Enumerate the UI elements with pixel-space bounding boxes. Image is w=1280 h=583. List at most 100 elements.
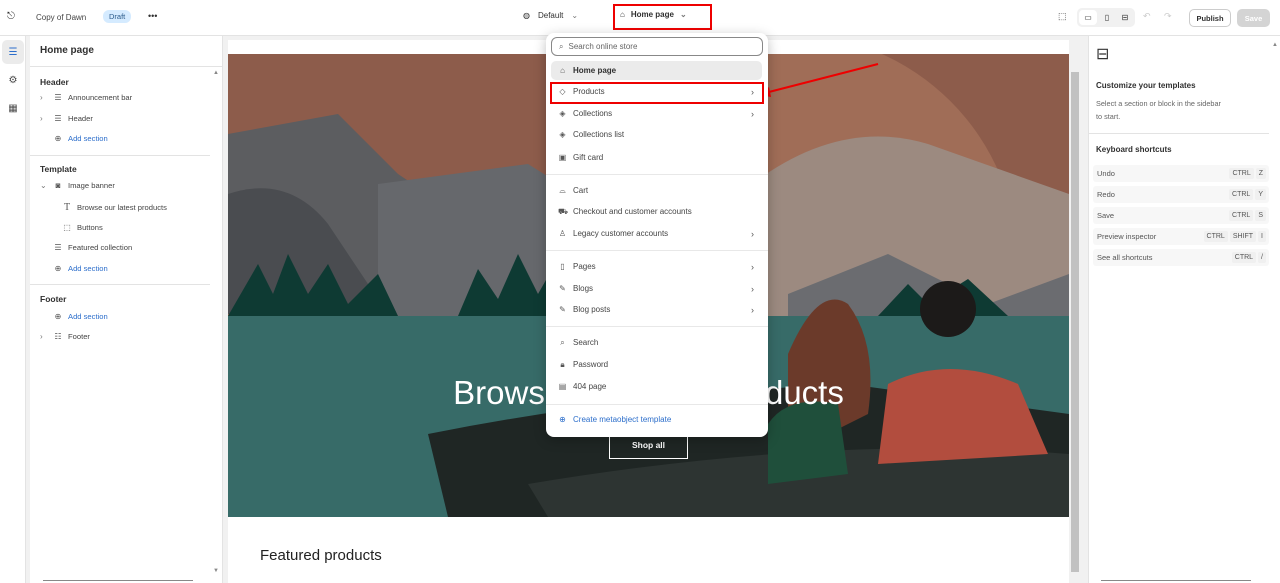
menu-label: Home page bbox=[573, 66, 617, 75]
menu-item-cart[interactable]: ⌓ Cart bbox=[551, 181, 762, 200]
gift-card-icon: ▣ bbox=[558, 153, 567, 162]
store-name: Copy of Dawn bbox=[36, 13, 87, 22]
shortcuts-title: Keyboard shortcuts bbox=[1096, 145, 1172, 154]
menu-label: Pages bbox=[573, 262, 596, 271]
menu-item-legacy-accounts[interactable]: ♙ Legacy customer accounts › bbox=[551, 224, 762, 243]
add-section-template[interactable]: ⊕ Add section bbox=[53, 264, 108, 273]
key: CTRL bbox=[1231, 252, 1257, 263]
menu-item-search[interactable]: ⌕ Search bbox=[551, 333, 762, 352]
menu-label: Cart bbox=[573, 186, 589, 195]
inspector-icon[interactable]: ⬚ bbox=[1058, 11, 1067, 22]
add-section-header[interactable]: ⊕ Add section bbox=[53, 134, 108, 143]
menu-item-blogs[interactable]: ✎ Blogs › bbox=[551, 279, 762, 298]
theme-select[interactable]: ◍ Default ⌄ bbox=[523, 11, 578, 20]
blog-icon: ✎ bbox=[559, 284, 566, 293]
undo-icon[interactable]: ↶ bbox=[1143, 11, 1151, 22]
mobile-icon[interactable]: ▯ bbox=[1099, 10, 1115, 25]
save-button[interactable]: Save bbox=[1237, 9, 1270, 27]
section-icon: ☰ bbox=[54, 93, 62, 102]
create-metaobject-template[interactable]: ⊕ Create metaobject template bbox=[551, 410, 762, 429]
search-input[interactable]: ⌕ Search online store bbox=[551, 37, 763, 56]
sidebar-item-announcement-bar[interactable]: › ☰ Announcement bar bbox=[40, 93, 132, 102]
menu-item-pages[interactable]: ▯ Pages › bbox=[551, 257, 762, 276]
menu-label: Create metaobject template bbox=[573, 415, 672, 424]
more-actions-button[interactable]: ••• bbox=[148, 11, 157, 21]
panel-description-2: to start. bbox=[1096, 112, 1121, 121]
menu-item-home-page[interactable]: ⌂ Home page bbox=[551, 61, 762, 80]
scroll-up-arrow[interactable]: ▲ bbox=[1272, 42, 1278, 48]
key: I bbox=[1258, 231, 1266, 242]
exit-icon[interactable]: ⎋ bbox=[7, 11, 15, 22]
scroll-up-arrow[interactable]: ▲ bbox=[213, 70, 219, 76]
featured-products-heading: Featured products bbox=[260, 547, 382, 564]
fullscreen-icon[interactable]: ⊟ bbox=[1117, 10, 1133, 25]
sidebar-item-featured-collection[interactable]: ☰ Featured collection bbox=[53, 243, 132, 252]
sidebar: Home page ▲ Header › ☰ Announcement bar › ☰… bbox=[30, 36, 223, 583]
menu-label: Gift card bbox=[573, 153, 604, 162]
lock-icon: 🔒︎ bbox=[560, 359, 565, 369]
shortcut-row-see-all[interactable]: See all shortcuts CTRL / bbox=[1093, 249, 1269, 266]
sections-icon[interactable]: ☰ bbox=[2, 40, 24, 64]
key: CTRL bbox=[1229, 210, 1254, 221]
shortcut-label: See all shortcuts bbox=[1097, 253, 1153, 262]
key: S bbox=[1255, 210, 1266, 221]
menu-item-password[interactable]: 🔒︎ Password bbox=[551, 355, 762, 374]
sidebar-item-image-banner[interactable]: ⌄ ◙ Image banner bbox=[40, 181, 115, 190]
chevron-right-icon: › bbox=[40, 114, 43, 123]
sidebar-block-heading[interactable]: T Browse our latest products bbox=[62, 202, 167, 213]
horizontal-scrollbar[interactable] bbox=[1101, 580, 1251, 581]
scroll-down-arrow[interactable]: ▼ bbox=[213, 568, 219, 574]
menu-item-checkout[interactable]: ⛟ Checkout and customer accounts bbox=[551, 202, 762, 221]
person-icon: ♙ bbox=[558, 229, 567, 238]
menu-item-blog-posts[interactable]: ✎ Blog posts › bbox=[551, 300, 762, 319]
sidebar-block-buttons[interactable]: ⬚ Buttons bbox=[62, 223, 103, 232]
chevron-right-icon: › bbox=[751, 283, 754, 294]
sidebar-item-footer[interactable]: › ☷ Footer bbox=[40, 332, 90, 341]
highlight-box bbox=[613, 4, 712, 30]
plus-circle-icon: ⊕ bbox=[54, 264, 62, 273]
search-icon: ⌕ bbox=[559, 41, 564, 51]
page-icon: ▯ bbox=[560, 262, 565, 271]
item-label: Browse our latest products bbox=[77, 203, 167, 212]
menu-item-collections-list[interactable]: ◈ Collections list bbox=[551, 125, 762, 144]
plus-circle-icon: ⊕ bbox=[54, 134, 62, 143]
publish-button[interactable]: Publish bbox=[1189, 9, 1231, 27]
shortcut-row-save: Save CTRL S bbox=[1093, 207, 1269, 224]
add-label: Add section bbox=[68, 134, 108, 143]
menu-item-collections[interactable]: ◈ Collections › bbox=[551, 104, 762, 123]
section-footer-label: Footer bbox=[40, 294, 67, 304]
add-label: Add section bbox=[68, 312, 108, 321]
shortcut-row-redo: Redo CTRL Y bbox=[1093, 186, 1269, 203]
image-icon: ◙ bbox=[55, 181, 61, 190]
shortcut-label: Redo bbox=[1097, 190, 1115, 199]
key: CTRL bbox=[1203, 231, 1228, 242]
menu-label: Collections bbox=[573, 109, 613, 118]
settings-gear-icon[interactable]: ⚙ bbox=[2, 68, 24, 92]
item-label: Featured collection bbox=[68, 243, 133, 252]
menu-item-404-page[interactable]: ▤ 404 page bbox=[551, 377, 762, 396]
sidebar-item-header[interactable]: › ☰ Header bbox=[40, 114, 93, 123]
preview-scrollbar[interactable] bbox=[1070, 54, 1080, 583]
shortcut-row-undo: Undo CTRL Z bbox=[1093, 165, 1269, 182]
desktop-icon[interactable]: ▭ bbox=[1079, 10, 1097, 25]
add-section-footer[interactable]: ⊕ Add section bbox=[53, 312, 108, 321]
plus-circle-icon: ⊕ bbox=[54, 312, 62, 321]
button-cursor-icon: ⬚ bbox=[63, 223, 71, 232]
chevron-right-icon: › bbox=[751, 304, 754, 315]
key: CTRL bbox=[1229, 189, 1254, 200]
menu-label: Password bbox=[573, 360, 609, 369]
shortcut-label: Save bbox=[1097, 211, 1115, 220]
redo-icon[interactable]: ↷ bbox=[1164, 11, 1172, 22]
section-icon: ☰ bbox=[54, 243, 62, 252]
highlight-box bbox=[550, 82, 764, 104]
chevron-right-icon: › bbox=[751, 228, 754, 239]
horizontal-scrollbar[interactable] bbox=[43, 580, 193, 581]
chevron-right-icon: › bbox=[751, 261, 754, 272]
globe-icon: ◍ bbox=[523, 11, 530, 20]
apps-icon[interactable]: ▦ bbox=[2, 96, 24, 120]
collection-list-icon: ◈ bbox=[559, 130, 566, 139]
search-placeholder: Search online store bbox=[568, 42, 638, 51]
menu-item-gift-card[interactable]: ▣ Gift card bbox=[551, 148, 762, 167]
key: Z bbox=[1255, 168, 1266, 179]
left-rail: ☰ ⚙ ▦ bbox=[0, 36, 26, 583]
